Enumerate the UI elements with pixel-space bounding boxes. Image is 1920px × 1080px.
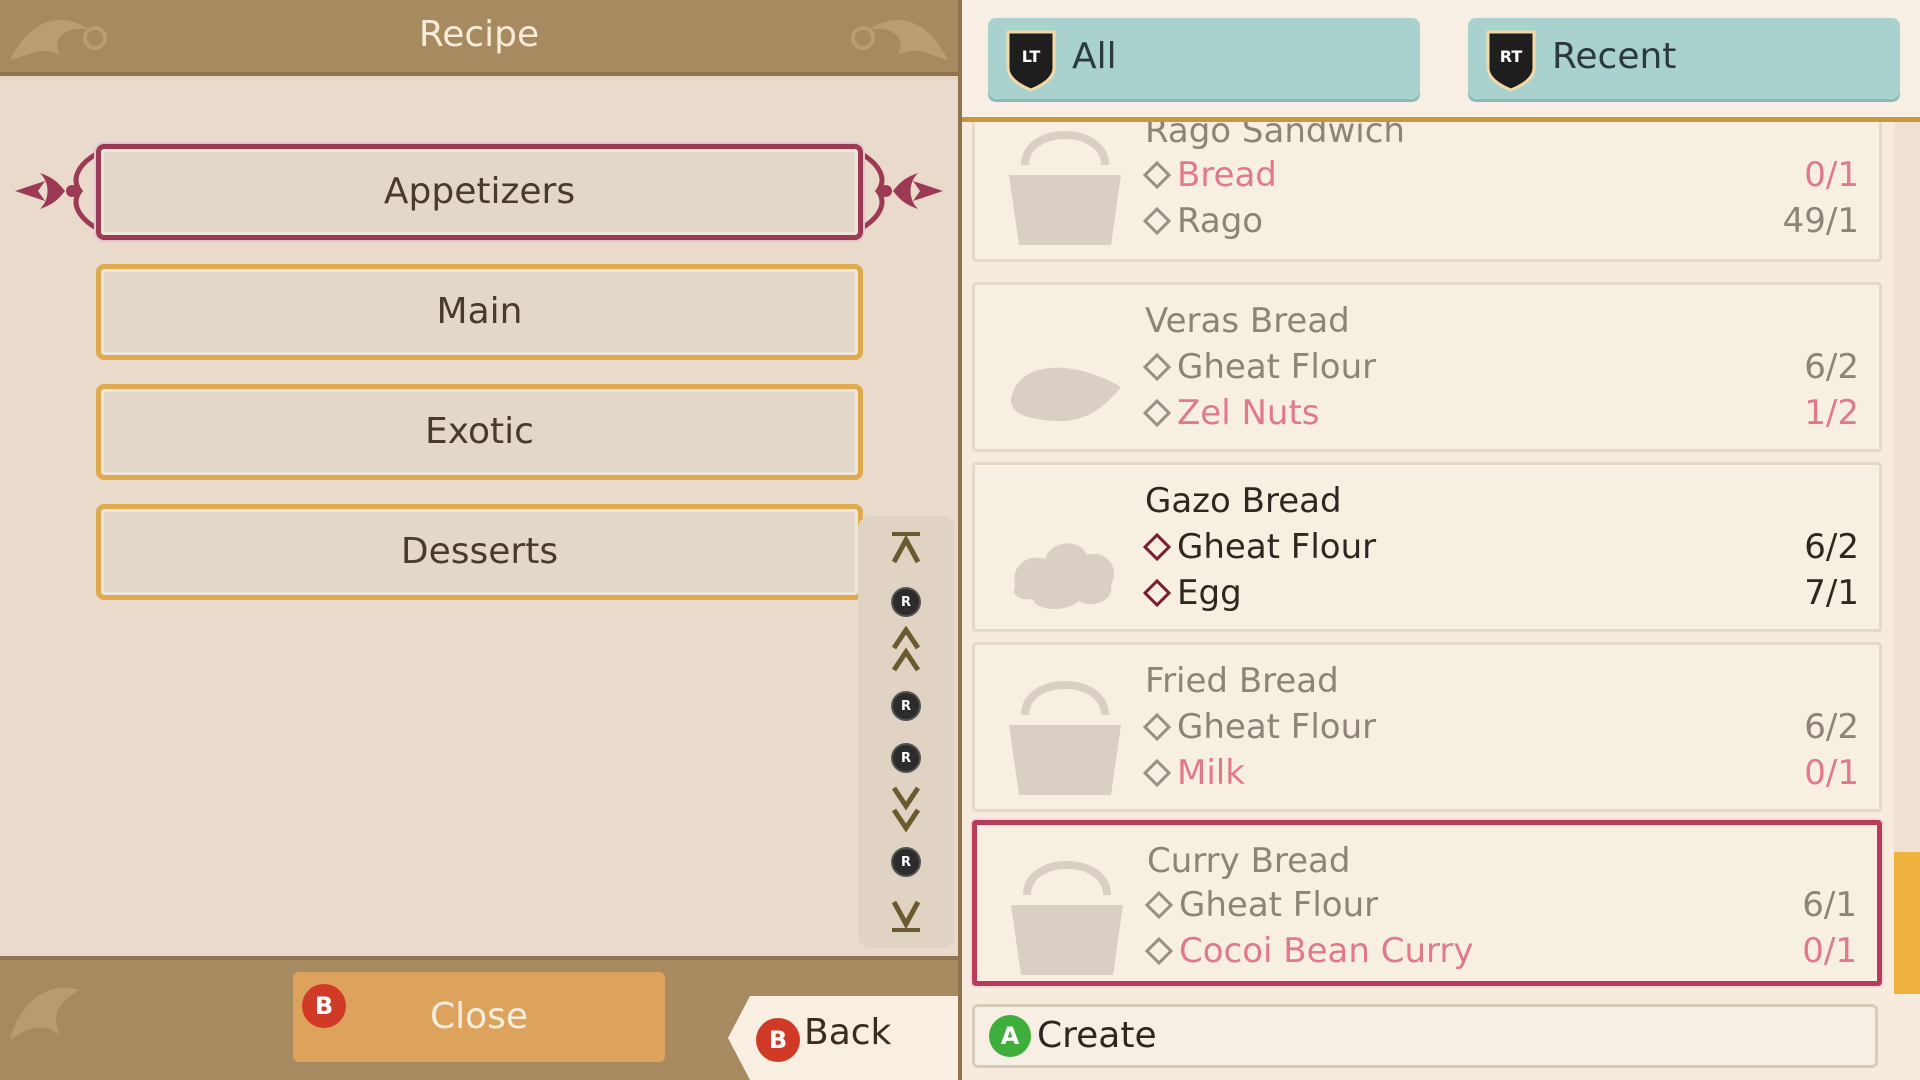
ingredient: Gheat Flour	[1142, 347, 1376, 387]
recipe-card[interactable]: Fried Bread Gheat Flour 6/2 Milk 0/1	[972, 642, 1882, 812]
lt-button-icon: LT	[1006, 30, 1056, 92]
basket-icon	[1009, 131, 1121, 245]
close-button-label: Close	[429, 996, 529, 1037]
scroll-bottom-icon[interactable]	[858, 896, 954, 936]
recipe-category-panel: Recipe Appetizers Main Exotic Desserts R…	[0, 0, 958, 1080]
close-button[interactable]: Close	[293, 972, 665, 1062]
panel-header: Recipe	[0, 0, 958, 76]
b-button-icon: B	[302, 984, 346, 1028]
scrollbar-thumb[interactable]	[1894, 852, 1920, 994]
recipe-name: Fried Bread	[1145, 661, 1339, 701]
svg-text:LT: LT	[1022, 47, 1041, 66]
create-label: Create	[1037, 1015, 1157, 1056]
svg-text:RT: RT	[1500, 47, 1523, 66]
r-stick-up-icon[interactable]: R	[858, 582, 954, 622]
ingredient-qty: 0/1	[1804, 155, 1859, 195]
ingredient: Cocoi Bean Curry	[1144, 931, 1474, 971]
scroll-control-rail: R R R R	[858, 516, 954, 948]
ingredient-qty: 6/2	[1804, 527, 1859, 567]
page-up-icon[interactable]	[858, 626, 954, 672]
ingredient-qty: 1/2	[1804, 393, 1859, 433]
tab-recent[interactable]: RT Recent	[1468, 18, 1900, 102]
recipe-card[interactable]: Veras Bread Gheat Flour 6/2 Zel Nuts 1/2	[972, 282, 1882, 452]
tab-all-label: All	[1072, 36, 1117, 77]
recipe-name: Gazo Bread	[1145, 481, 1342, 521]
category-appetizers-button[interactable]: Appetizers	[96, 144, 863, 240]
ingredient-qty: 0/1	[1804, 753, 1859, 793]
page-down-icon[interactable]	[858, 786, 954, 832]
ingredient: Gheat Flour	[1144, 885, 1378, 925]
page-title: Recipe	[418, 14, 540, 55]
ingredient: Gheat Flour	[1142, 527, 1376, 567]
category-exotic-button[interactable]: Exotic	[96, 384, 863, 480]
ingredient-qty: 6/1	[1802, 885, 1857, 925]
ingredient: Gheat Flour	[1142, 707, 1376, 747]
bun-icon	[1013, 543, 1115, 610]
ingredient: Egg	[1142, 573, 1242, 613]
flourish-bottom-left-icon	[10, 987, 80, 1040]
recipe-name: Rago Sandwich	[1145, 122, 1405, 151]
recipe-list[interactable]: Rago Sandwich Bread 0/1 Rago 49/1 Veras …	[962, 122, 1892, 994]
tab-recent-label: Recent	[1552, 36, 1677, 77]
category-desserts-button[interactable]: Desserts	[96, 504, 863, 600]
ornament-left-icon	[15, 150, 100, 232]
tab-all[interactable]: LT All	[988, 18, 1420, 102]
category-main-button[interactable]: Main	[96, 264, 863, 360]
basket-icon	[1011, 861, 1123, 975]
ingredient-qty: 0/1	[1802, 931, 1857, 971]
rt-button-icon: RT	[1486, 30, 1536, 92]
back-label: Back	[804, 1012, 892, 1053]
scroll-top-icon[interactable]	[858, 528, 954, 568]
recipe-card[interactable]: Rago Sandwich Bread 0/1 Rago 49/1	[972, 122, 1882, 262]
create-button[interactable]: A Create	[972, 1004, 1878, 1068]
ingredient-qty: 6/2	[1804, 707, 1859, 747]
recipe-name: Curry Bread	[1147, 841, 1351, 881]
ingredient-qty: 7/1	[1804, 573, 1859, 613]
ingredient-qty: 6/2	[1804, 347, 1859, 387]
ornament-right-icon	[858, 150, 943, 232]
basket-icon	[1009, 681, 1121, 795]
recipe-card[interactable]: Gazo Bread Gheat Flour 6/2 Egg 7/1	[972, 462, 1882, 632]
filter-tabbar: LT All RT Recent	[962, 0, 1920, 122]
r-stick-left-icon[interactable]: R	[858, 686, 954, 726]
back-button[interactable]: B Back	[728, 996, 960, 1080]
r-stick-right-icon[interactable]: R	[858, 738, 954, 778]
ingredient: Milk	[1142, 753, 1245, 793]
ingredient-qty: 49/1	[1782, 201, 1859, 241]
b-button-icon: B	[756, 1018, 800, 1062]
ingredient: Zel Nuts	[1142, 393, 1320, 433]
ingredient: Rago	[1142, 201, 1263, 241]
a-button-icon: A	[989, 1015, 1031, 1057]
recipe-name: Veras Bread	[1145, 301, 1350, 341]
recipe-list-panel: LT All RT Recent Rago Sandwich Bread 0/1…	[958, 0, 1920, 1080]
loaf-icon	[1011, 367, 1121, 422]
ingredient: Bread	[1142, 155, 1277, 195]
r-stick-down-icon[interactable]: R	[858, 842, 954, 882]
recipe-card[interactable]: Curry Bread Gheat Flour 6/1 Cocoi Bean C…	[972, 820, 1882, 986]
